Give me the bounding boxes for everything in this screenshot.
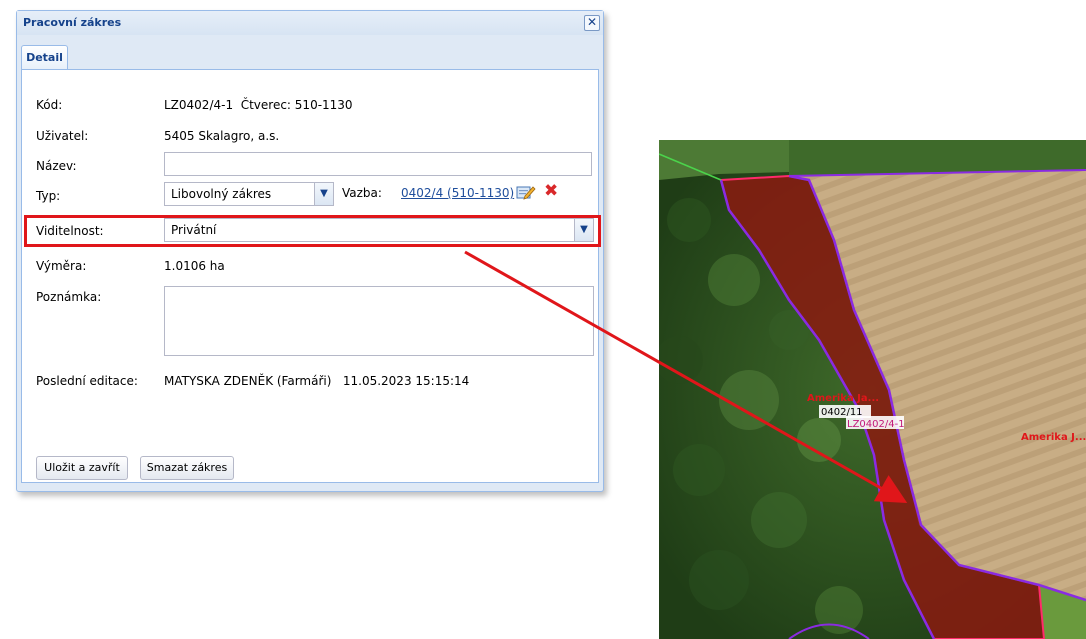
callout-arrow: [464, 250, 908, 503]
arrow-line: [464, 250, 908, 503]
